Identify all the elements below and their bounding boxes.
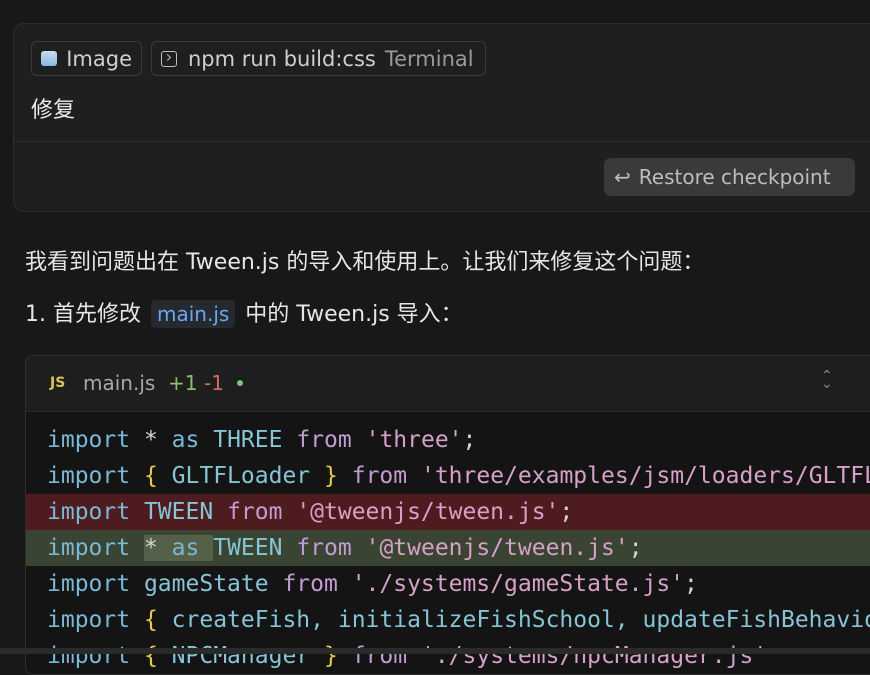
step-suffix: 中的 Tween.js 导入： xyxy=(245,302,463,327)
terminal-attachment-chip[interactable]: npm run build:css Terminal xyxy=(151,41,486,76)
terminal-command: npm run build:css xyxy=(188,46,376,71)
bottom-edge xyxy=(0,648,870,654)
diff-header[interactable]: JS main.js +1 -1 ⌃ ⌄ xyxy=(26,356,870,412)
user-message-card: Image npm run build:css Terminal 修复 ↩ Re… xyxy=(13,23,870,212)
terminal-chip-label: Terminal xyxy=(384,46,474,71)
added-code-line: import * as TWEEN from '@tweenjs/tween.j… xyxy=(26,530,870,566)
image-icon xyxy=(41,51,58,66)
lines-added-count: +1 xyxy=(168,371,198,395)
undo-arrow-icon: ↩ xyxy=(614,165,631,189)
code-line: import gameState from './systems/gameSta… xyxy=(47,571,698,597)
image-chip-label: Image xyxy=(66,46,132,71)
restore-checkpoint-label: Restore checkpoint xyxy=(638,165,831,189)
assistant-paragraph: 我看到问题出在 Tween.js 的导入和使用上。让我们来修复这个问题： xyxy=(25,250,705,275)
inline-code-filename[interactable]: main.js xyxy=(150,300,236,328)
removed-code-line: import TWEEN from '@tweenjs/tween.js'; xyxy=(26,494,870,530)
image-attachment-chip[interactable]: Image xyxy=(31,41,142,76)
diff-file-name[interactable]: main.js xyxy=(83,371,155,395)
card-divider xyxy=(14,141,870,142)
code-lines: import * as THREE from 'three'; import {… xyxy=(26,422,870,674)
assistant-step: 1. 首先修改 main.js 中的 Tween.js 导入： xyxy=(25,296,463,328)
code-line: import { NPCManager } from './systems/np… xyxy=(47,643,768,669)
step-prefix: 1. 首先修改 xyxy=(25,302,141,327)
status-dot xyxy=(237,380,243,386)
code-line: import * as THREE from 'three'; xyxy=(47,427,477,453)
code-diff-block: JS main.js +1 -1 ⌃ ⌄ import * as THREE fr… xyxy=(25,355,870,675)
restore-checkpoint-button[interactable]: ↩ Restore checkpoint xyxy=(604,158,855,196)
user-message-text: 修复 xyxy=(31,98,76,123)
code-line: import { createFish, initializeFishSchoo… xyxy=(47,607,870,633)
lines-removed-count: -1 xyxy=(204,371,224,395)
js-file-icon: JS xyxy=(50,375,66,391)
code-line: import { GLTFLoader } from 'three/exampl… xyxy=(47,463,870,489)
terminal-icon xyxy=(161,50,177,67)
expand-collapse-icon[interactable]: ⌃ ⌄ xyxy=(821,369,833,391)
